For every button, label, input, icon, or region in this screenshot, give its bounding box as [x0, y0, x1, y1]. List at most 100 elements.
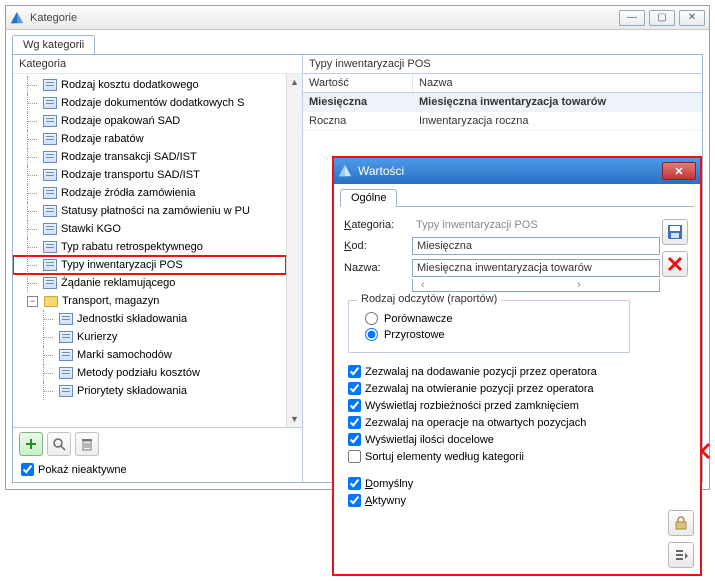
nazwa-value: Miesięczna inwentaryzacja towarów	[417, 262, 655, 274]
active-checkbox[interactable]	[348, 494, 361, 507]
form-icon	[43, 133, 57, 145]
cell-value: Roczna	[303, 112, 413, 130]
tree-item[interactable]: Marki samochodów	[13, 346, 286, 364]
tree-item[interactable]: Rodzaje rabatów	[13, 130, 286, 148]
label-kod: Kod:	[344, 240, 406, 252]
dialog-tab-general[interactable]: Ogólne	[340, 189, 397, 207]
option-label: Wyświetlaj ilości docelowe	[365, 434, 494, 446]
form-icon	[43, 97, 57, 109]
cell-name: Miesięczna inwentaryzacja towarów	[413, 93, 612, 111]
tree-item-label: Rodzaje źródła zamówienia	[61, 187, 196, 199]
form-icon	[43, 169, 57, 181]
option-checkbox[interactable]	[348, 399, 361, 412]
tree-item[interactable]: Rodzaje źródła zamówienia	[13, 184, 286, 202]
tree-item-label: Kurierzy	[77, 331, 117, 343]
tree-folder[interactable]: − Transport, magazyn	[13, 292, 286, 310]
lock-button[interactable]	[668, 510, 694, 536]
dialog-close-button[interactable]: ✕	[662, 162, 696, 180]
cancel-x-icon	[666, 255, 684, 273]
tree-item[interactable]: Metody podziału kosztów	[13, 364, 286, 382]
active-label: Aktywny	[365, 495, 406, 507]
search-button[interactable]	[47, 432, 71, 456]
tree-item-label: Rodzaje dokumentów dodatkowych S	[61, 97, 244, 109]
default-checkbox[interactable]	[348, 477, 361, 490]
hamburger-icon	[673, 547, 689, 563]
grid-col-name[interactable]: Nazwa	[413, 74, 459, 92]
option-row: Zezwalaj na operacje na otwartych pozycj…	[348, 414, 656, 431]
show-inactive-checkbox[interactable]	[21, 463, 34, 476]
tab-wg-kategorii[interactable]: Wg kategorii	[12, 35, 95, 55]
form-icon	[59, 313, 73, 325]
option-row: Zezwalaj na otwieranie pozycji przez ope…	[348, 380, 656, 397]
delete-button[interactable]	[75, 432, 99, 456]
tree-item[interactable]: Stawki KGO	[13, 220, 286, 238]
option-checkbox[interactable]	[348, 382, 361, 395]
option-checkbox[interactable]	[348, 433, 361, 446]
left-panel: Kategoria Rodzaj kosztu dodatkowegoRodza…	[13, 55, 303, 482]
tree-folder-label: Transport, magazyn	[62, 295, 159, 307]
option-checkbox[interactable]	[348, 416, 361, 429]
label-nazwa: Nazwa:	[344, 262, 406, 274]
collapse-icon[interactable]: −	[27, 296, 38, 307]
form-icon	[43, 151, 57, 163]
tree-item[interactable]: Kurierzy	[13, 328, 286, 346]
trash-icon	[80, 437, 94, 451]
tree-item[interactable]: Żądanie reklamującego	[13, 274, 286, 292]
maximize-button[interactable]: ▢	[649, 10, 675, 26]
option-row: Wyświetlaj ilości docelowe	[348, 431, 656, 448]
tree-item-label: Statusy płatności na zamówieniu w PU	[61, 205, 250, 217]
tree-item[interactable]: Rodzaje transportu SAD/IST	[13, 166, 286, 184]
radio-incremental-label: Przyrostowe	[384, 329, 445, 341]
nazwa-next-icon[interactable]: ›	[573, 279, 655, 291]
form-icon	[43, 241, 57, 253]
tree-item[interactable]: Jednostki składowania	[13, 310, 286, 328]
option-label: Zezwalaj na otwieranie pozycji przez ope…	[365, 383, 594, 395]
tree-item[interactable]: Statusy płatności na zamówieniu w PU	[13, 202, 286, 220]
show-inactive-row: Pokaż nieaktywne	[13, 459, 302, 482]
grid-col-value[interactable]: Wartość	[303, 74, 413, 92]
tree-item[interactable]: Priorytety składowania	[13, 382, 286, 400]
add-button[interactable]	[19, 432, 43, 456]
form-icon	[59, 331, 73, 343]
tree-item-label: Typ rabatu retrospektywnego	[61, 241, 203, 253]
form-icon	[43, 205, 57, 217]
tree-item[interactable]: Typ rabatu retrospektywnego	[13, 238, 286, 256]
tree-item[interactable]: Rodzaje dokumentów dodatkowych S	[13, 94, 286, 112]
table-row[interactable]: RocznaInwentaryzacja roczna	[303, 112, 702, 131]
form-icon	[43, 259, 57, 271]
tree-header: Kategoria	[13, 55, 302, 74]
tree-item[interactable]: Typy inwentaryzacji POS	[13, 256, 286, 274]
tree-item-label: Typy inwentaryzacji POS	[61, 259, 183, 271]
close-button[interactable]: ✕	[679, 10, 705, 26]
tree-item[interactable]: Rodzaje transakcji SAD/IST	[13, 148, 286, 166]
radio-comparative[interactable]	[365, 312, 378, 325]
kategoria-value: Typy inwentaryzacji POS	[412, 217, 660, 233]
nazwa-input[interactable]: Miesięczna inwentaryzacja towarów	[412, 259, 660, 277]
tree-item-label: Priorytety składowania	[77, 385, 187, 397]
tree-item-label: Jednostki składowania	[77, 313, 187, 325]
option-checkbox[interactable]	[348, 450, 361, 463]
menu-button[interactable]	[668, 542, 694, 568]
table-row[interactable]: MiesięcznaMiesięczna inwentaryzacja towa…	[303, 93, 702, 112]
category-tree: Rodzaj kosztu dodatkowego Rodzaje dokumen…	[13, 74, 302, 427]
tree-item[interactable]: Rodzaj kosztu dodatkowego	[13, 76, 286, 94]
group-legend: Rodzaj odczytów (raportów)	[357, 293, 501, 305]
scroll-up-icon[interactable]: ▲	[287, 74, 303, 90]
tree-item-label: Marki samochodów	[77, 349, 172, 361]
form-icon	[43, 223, 57, 235]
minimize-button[interactable]: —	[619, 10, 645, 26]
label-kategoria: Kategoria:	[344, 219, 406, 231]
tree-item-label: Rodzaje rabatów	[61, 133, 144, 145]
option-checkbox[interactable]	[348, 365, 361, 378]
dialog-title: Wartości	[358, 164, 662, 178]
kod-input[interactable]	[412, 237, 660, 255]
tree-scrollbar[interactable]: ▲ ▼	[286, 74, 302, 427]
form-icon	[43, 79, 57, 91]
tree-item[interactable]: Rodzaje opakowań SAD	[13, 112, 286, 130]
dialog-titlebar: Wartości ✕	[334, 158, 700, 184]
radio-incremental[interactable]	[365, 328, 378, 341]
cancel-button[interactable]	[662, 251, 688, 277]
scroll-down-icon[interactable]: ▼	[287, 411, 303, 427]
save-button[interactable]	[662, 219, 688, 245]
nazwa-prev-icon[interactable]: ‹	[417, 279, 499, 291]
